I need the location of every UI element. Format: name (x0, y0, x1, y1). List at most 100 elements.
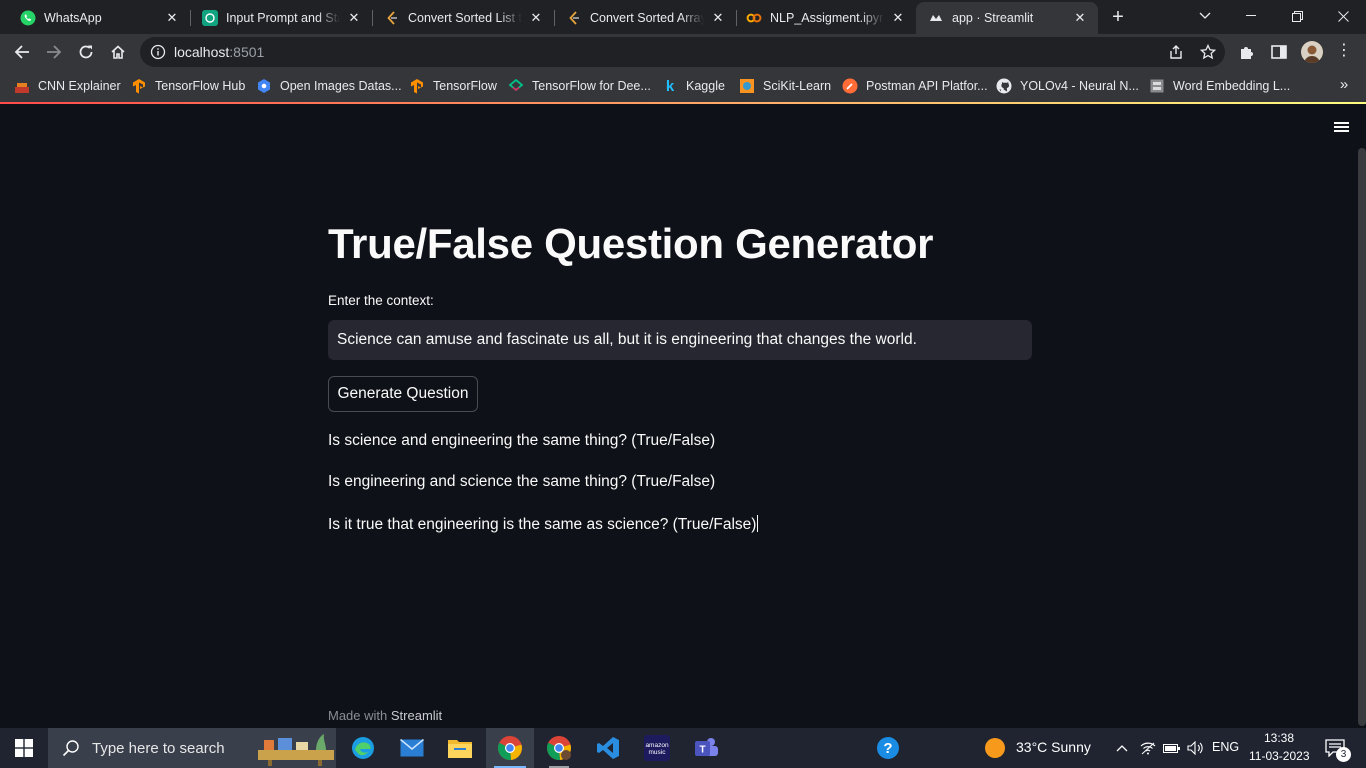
chrome-profile-taskbar-icon[interactable] (535, 728, 583, 768)
bookmark-open-images[interactable]: Open Images Datas... (256, 76, 402, 96)
vscode-icon[interactable] (584, 728, 632, 768)
share-icon[interactable] (1168, 44, 1184, 60)
question-output-3: Is it true that engineering is the same … (328, 515, 759, 534)
course-icon (508, 78, 524, 94)
tab-whatsapp[interactable]: WhatsApp ✕ (0, 2, 190, 34)
colab-icon (746, 10, 762, 26)
scikit-learn-icon (739, 78, 755, 94)
bookmark-tensorflow-deep[interactable]: TensorFlow for Dee... (508, 76, 651, 96)
wifi-icon[interactable] (1136, 728, 1160, 768)
help-icon[interactable]: ? (866, 728, 910, 768)
question-output-2: Is engineering and science the same thin… (328, 473, 716, 490)
bookmark-label: Postman API Platfor... (866, 79, 988, 93)
restore-icon[interactable] (1274, 0, 1320, 32)
tray-chevron-up-icon[interactable] (1110, 728, 1134, 768)
bookmark-label: TensorFlow for Dee... (532, 79, 651, 93)
bookmark-tensorflow-hub[interactable]: TensorFlow Hub (131, 76, 245, 96)
bookmark-label: TensorFlow (433, 79, 497, 93)
close-tab-icon[interactable]: ✕ (164, 10, 180, 26)
bookmark-label: Word Embedding L... (1173, 79, 1291, 93)
browser-menu-icon[interactable]: ⋮ (1334, 42, 1354, 62)
document-icon (1149, 78, 1165, 94)
close-window-icon[interactable] (1320, 0, 1366, 32)
close-tab-icon[interactable]: ✕ (890, 10, 906, 26)
more-bookmarks-chevron-icon[interactable]: » (1334, 76, 1354, 96)
bookmark-word-embedding[interactable]: Word Embedding L... (1149, 76, 1290, 96)
language-indicator[interactable]: ENG (1212, 740, 1239, 754)
footer-streamlit-link[interactable]: Streamlit (391, 708, 442, 723)
tab-search-chevron-icon[interactable] (1182, 0, 1228, 32)
edge-browser-icon[interactable] (340, 728, 386, 768)
bookmark-label: TensorFlow Hub (155, 79, 246, 93)
bookmark-label: SciKit-Learn (763, 79, 832, 93)
bookmark-label: Open Images Datas... (280, 79, 402, 93)
close-tab-icon[interactable]: ✕ (528, 10, 544, 26)
forward-arrow-icon[interactable] (40, 38, 68, 66)
tab-convert-sorted-list[interactable]: Convert Sorted List to ✕ (364, 2, 554, 34)
minimize-icon[interactable] (1228, 0, 1274, 32)
bookmark-yolov4[interactable]: YOLOv4 - Neural N... (996, 76, 1139, 96)
bookmark-scikit-learn[interactable]: SciKit-Learn (739, 76, 831, 96)
mail-icon[interactable] (389, 728, 435, 768)
bookmark-kaggle[interactable]: k Kaggle (662, 76, 725, 96)
tab-title: WhatsApp (44, 11, 102, 25)
postman-icon (842, 78, 858, 94)
url-text: localhost:8501 (174, 44, 264, 60)
tab-convert-sorted-array[interactable]: Convert Sorted Array t ✕ (546, 2, 736, 34)
extensions-puzzle-icon[interactable] (1238, 43, 1256, 61)
tab-nlp-assignment[interactable]: NLP_Assigment.ipynb ✕ (726, 2, 916, 34)
github-icon (996, 78, 1012, 94)
text-cursor (757, 515, 759, 532)
back-arrow-icon[interactable] (8, 38, 36, 66)
leetcode-icon (566, 10, 582, 26)
bookmark-postman[interactable]: Postman API Platfor... (842, 76, 988, 96)
close-tab-icon[interactable]: ✕ (710, 10, 726, 26)
address-bar[interactable]: localhost:8501 (140, 37, 1225, 67)
cnn-explainer-icon (14, 78, 30, 94)
profile-avatar[interactable] (1301, 41, 1323, 63)
url-host: localhost (174, 44, 230, 60)
new-tab-button[interactable]: + (1106, 6, 1130, 30)
streamlit-footer: Made with Streamlit (328, 708, 442, 723)
side-panel-icon[interactable] (1270, 43, 1288, 61)
hamburger-menu-icon[interactable] (1332, 119, 1352, 135)
context-label: Enter the context: (328, 293, 434, 308)
tab-streamlit-app[interactable]: app · Streamlit ✕ (916, 2, 1098, 34)
browser-toolbar: localhost:8501 ⋮ (0, 34, 1366, 70)
volume-icon[interactable] (1184, 728, 1208, 768)
site-info-icon[interactable] (150, 44, 166, 60)
taskbar-search-box[interactable]: Type here to search (48, 728, 336, 768)
home-icon[interactable] (104, 38, 132, 66)
amazon-music-icon[interactable]: amazon music (633, 728, 681, 768)
generate-question-button[interactable]: Generate Question (328, 376, 478, 412)
reload-icon[interactable] (72, 38, 100, 66)
page-scrollbar[interactable] (1358, 148, 1366, 726)
clock-time[interactable]: 13:38 (1264, 731, 1294, 745)
weather-sun-icon[interactable] (982, 728, 1008, 768)
teams-icon[interactable]: T (682, 728, 730, 768)
svg-text:T: T (699, 745, 705, 756)
footer-prefix: Made with (328, 708, 391, 723)
tab-input-prompt[interactable]: Input Prompt and Stat ✕ (182, 2, 372, 34)
clock-date[interactable]: 11-03-2023 (1249, 749, 1310, 763)
chatgpt-icon (202, 10, 218, 26)
windows-start-icon[interactable] (0, 728, 48, 768)
close-tab-icon[interactable]: ✕ (346, 10, 362, 26)
bookmark-tensorflow[interactable]: TensorFlow (409, 76, 497, 96)
close-tab-icon[interactable]: ✕ (1072, 10, 1088, 26)
url-port: :8501 (229, 44, 265, 60)
file-explorer-icon[interactable] (437, 728, 483, 768)
search-highlight-icon (258, 730, 334, 766)
tab-title: Convert Sorted List to (408, 11, 522, 25)
notification-center-icon[interactable]: 3 (1318, 728, 1352, 768)
weather-text[interactable]: 33°C Sunny (1016, 739, 1091, 755)
bookmark-star-icon[interactable] (1199, 43, 1217, 60)
streamlit-icon (928, 10, 944, 26)
streamlit-app-page: True/False Question Generator Enter the … (0, 104, 1366, 728)
chrome-taskbar-icon[interactable] (486, 728, 534, 768)
bookmark-cnn-explainer[interactable]: CNN Explainer (14, 76, 121, 96)
kaggle-icon: k (665, 77, 675, 95)
battery-icon[interactable] (1160, 728, 1184, 768)
context-input[interactable]: Science can amuse and fascinate us all, … (328, 320, 1032, 360)
windows-taskbar: Type here to search amazon music T ? 33°C… (0, 728, 1366, 768)
